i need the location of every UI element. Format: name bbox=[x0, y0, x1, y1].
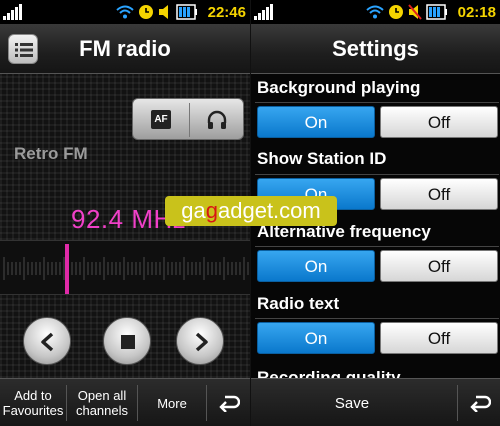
status-clock: 02:18 bbox=[457, 3, 496, 21]
signal-strength-icon bbox=[3, 4, 22, 20]
audio-output-button[interactable] bbox=[189, 99, 245, 141]
back-button[interactable] bbox=[207, 379, 250, 426]
off-option[interactable]: Off bbox=[380, 178, 498, 210]
chevron-right-icon bbox=[195, 332, 208, 352]
back-arrow-icon bbox=[218, 395, 240, 412]
back-arrow-icon bbox=[469, 395, 491, 412]
on-option[interactable]: On bbox=[257, 322, 375, 354]
alarm-clock-icon bbox=[388, 5, 403, 19]
setting-label-show-station-id: Show Station ID bbox=[257, 149, 387, 168]
tuner-scale bbox=[3, 257, 249, 280]
status-clock: 22:46 bbox=[207, 3, 246, 21]
title-bar: Settings bbox=[251, 24, 500, 74]
battery-icon bbox=[175, 4, 197, 20]
radio-panel: AF Retro FM 92.4 MHz bbox=[0, 74, 250, 378]
off-option[interactable]: Off bbox=[380, 106, 498, 138]
battery-icon bbox=[425, 4, 447, 20]
wifi-icon bbox=[115, 5, 134, 19]
speaker-icon bbox=[158, 5, 168, 19]
alarm-clock-icon bbox=[138, 5, 153, 19]
save-button[interactable]: Save bbox=[251, 379, 453, 426]
watermark-prefix: ga bbox=[181, 198, 206, 223]
af-headphone-group: AF bbox=[132, 98, 244, 140]
stop-icon bbox=[121, 335, 135, 349]
setting-label-recording-quality: Recording quality bbox=[257, 368, 401, 378]
signal-strength-icon bbox=[254, 4, 273, 20]
tuner-needle[interactable] bbox=[65, 244, 69, 294]
af-button[interactable]: AF bbox=[133, 99, 189, 141]
more-button[interactable]: More bbox=[138, 379, 206, 426]
chevron-left-icon bbox=[41, 332, 54, 352]
station-name: Retro FM bbox=[14, 144, 88, 163]
muted-speaker-icon bbox=[407, 4, 422, 20]
on-option[interactable]: On bbox=[257, 106, 375, 138]
watermark-rest: adget.com bbox=[218, 198, 321, 223]
add-to-favourites-button[interactable]: Add to Favourites bbox=[0, 379, 66, 426]
page-title: Settings bbox=[332, 36, 419, 61]
setting-label-background-playing: Background playing bbox=[257, 78, 421, 97]
title-bar: FM radio bbox=[0, 24, 250, 74]
back-button[interactable] bbox=[458, 379, 500, 426]
bottom-softkey-bar: Save bbox=[251, 378, 500, 426]
stop-button[interactable] bbox=[103, 317, 151, 365]
toggle-background-playing: On Off bbox=[255, 102, 499, 138]
status-bar: 22:46 bbox=[0, 0, 250, 24]
open-all-channels-button[interactable]: Open all channels bbox=[67, 379, 137, 426]
settings-list: Background playing On Off Show Station I… bbox=[251, 74, 500, 378]
gagadget-watermark: gagadget.com bbox=[165, 196, 337, 226]
previous-station-button[interactable] bbox=[23, 317, 71, 365]
off-option[interactable]: Off bbox=[380, 250, 498, 282]
next-station-button[interactable] bbox=[176, 317, 224, 365]
wifi-icon bbox=[365, 5, 384, 19]
af-label: AF bbox=[151, 110, 171, 129]
on-option[interactable]: On bbox=[257, 250, 375, 282]
frequency-tuner[interactable] bbox=[0, 240, 250, 295]
headphones-icon bbox=[207, 110, 227, 129]
toggle-radio-text: On Off bbox=[255, 318, 499, 354]
setting-label-radio-text: Radio text bbox=[257, 294, 340, 313]
status-bar: 02:18 bbox=[251, 0, 500, 24]
watermark-accent: g bbox=[205, 198, 218, 223]
off-option[interactable]: Off bbox=[380, 322, 498, 354]
toggle-alternative-frequency: On Off bbox=[255, 246, 499, 282]
bottom-softkey-bar: Add to Favourites Open all channels More bbox=[0, 378, 250, 426]
page-title: FM radio bbox=[79, 36, 171, 61]
